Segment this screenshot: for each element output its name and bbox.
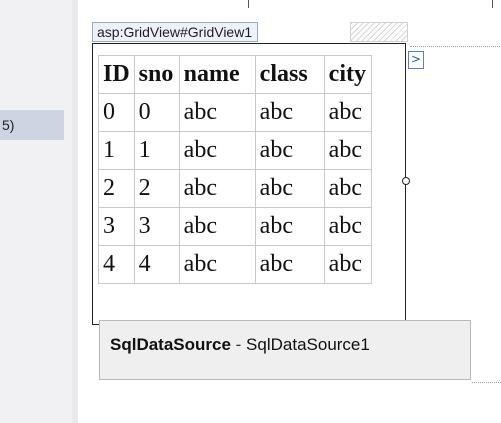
- gridview-designer-tag[interactable]: asp:GridView#GridView1: [92, 22, 259, 42]
- sqldatasource-type-label: SqlDataSource: [110, 335, 231, 354]
- sqldatasource-id-label: SqlDataSource1: [246, 335, 370, 354]
- layout-guide: [472, 382, 501, 383]
- gridview-selection-frame: [92, 43, 406, 325]
- ruler-tick: [492, 0, 493, 8]
- ruler-tick: [248, 0, 249, 8]
- smart-tag-chevron-icon[interactable]: >: [408, 51, 424, 69]
- sqldatasource-control[interactable]: SqlDataSource - SqlDataSource1: [99, 320, 471, 380]
- layout-guide: [410, 46, 500, 47]
- smart-tag-glyph: >: [410, 52, 422, 66]
- resize-handle-right[interactable]: [402, 177, 410, 185]
- designer-gutter: [72, 0, 78, 423]
- gridview-tag-label: asp:GridView#GridView1: [97, 24, 253, 40]
- left-panel-item[interactable]: 5): [0, 110, 64, 140]
- left-panel-item-label: 5): [2, 117, 15, 133]
- gridview-tag-hatch: [350, 22, 408, 42]
- sqldatasource-separator: -: [230, 335, 247, 354]
- left-panel: 5): [0, 0, 73, 423]
